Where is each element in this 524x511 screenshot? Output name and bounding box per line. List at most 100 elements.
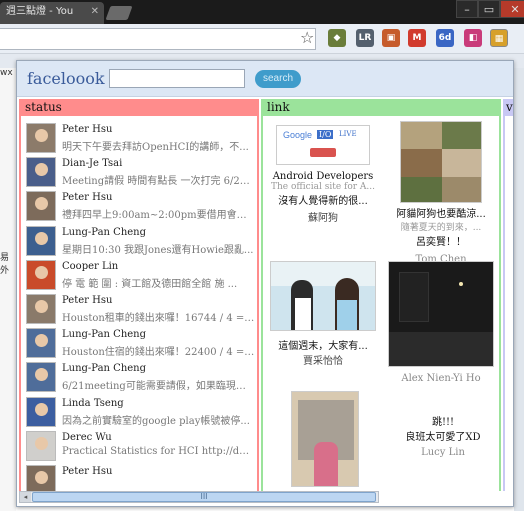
status-text: 禮拜四早上9:00am~2:00pm要借用會議... [62, 210, 255, 222]
dog-grid-thumbnail [400, 121, 482, 203]
status-author: Derec Wu [62, 431, 112, 443]
io-badge: I/O [317, 130, 334, 139]
status-text: 明天下午要去拜訪OpenHCI的講師，不... [62, 142, 249, 153]
link-item[interactable]: Alex Nien-Yi Ho [383, 261, 499, 384]
couple-photo-thumbnail [270, 261, 376, 331]
status-item[interactable]: Lung-Pan Cheng 星期日10:30 我跟Jones還有Howie跟亂.… [23, 224, 255, 258]
status-author: Lung-Pan Cheng [62, 363, 147, 375]
status-column: status Peter Hsu 明天下午要去拜訪OpenHCI的講師，不... D… [19, 99, 259, 491]
link-caption: 沒有人覺得新的很... [278, 196, 368, 207]
page-fragment: 易外 [0, 253, 10, 276]
link-poster: Alex Nien-Yi Ho [401, 373, 481, 384]
link-item[interactable]: Google I/O LIVE Android Developers The o… [265, 125, 381, 224]
link-title: 阿貓阿狗也要酷涼... [396, 209, 486, 220]
underlying-page-edge [514, 68, 524, 511]
status-item[interactable]: Peter Hsu 明天下午要去拜訪OpenHCI的講師，不... [23, 121, 255, 155]
avatar [26, 259, 56, 290]
maximize-icon[interactable]: ▭ [478, 0, 500, 18]
status-item[interactable]: Lung-Pan Cheng 6/21meeting可能需要請假，如果臨現來... [23, 360, 255, 394]
faceloook-popup: faceloook search status Peter Hsu 明天下午要去拜… [16, 60, 514, 507]
third-column-header: v [505, 99, 513, 116]
avatar [26, 362, 56, 393]
status-text: 星期日10:30 我跟Jones還有Howie跟亂... [62, 244, 254, 256]
horizontal-scrollbar[interactable]: ◂ III [19, 491, 379, 503]
status-text: Meeting請假 時間有點長 一次打完 6/21 ... [62, 176, 255, 188]
scroll-left-arrow-icon[interactable]: ◂ [20, 492, 31, 502]
girl-stairs-thumbnail [291, 391, 359, 487]
red-badge [310, 148, 336, 157]
status-item[interactable]: Peter Hsu [23, 463, 255, 491]
bookmark-star-icon[interactable]: ☆ [300, 28, 314, 47]
extension-icon-6[interactable]: ◧ [464, 29, 482, 47]
status-text: Houston租車的錢出來囉！16744 / 4 = 4... [62, 313, 255, 324]
avatar [26, 294, 56, 324]
status-text: 因為之前實驗室的google play帳號被停... [62, 415, 250, 427]
avatar [26, 430, 56, 461]
avatar [26, 191, 56, 222]
avatar [26, 328, 56, 359]
google-logo: Google [283, 130, 313, 140]
calendar-icon[interactable]: 6d [436, 29, 454, 47]
extension-icon-1[interactable]: ◆ [328, 29, 346, 47]
extension-icon-3[interactable]: ▣ [382, 29, 400, 47]
extension-icon-lr[interactable]: LR [356, 29, 374, 47]
google-io-thumbnail: Google I/O LIVE [276, 125, 370, 165]
status-author: Lung-Pan Cheng [62, 226, 147, 238]
avatar [26, 396, 56, 427]
status-item[interactable]: Dian-Je Tsai Meeting請假 時間有點長 一次打完 6/21 ..… [23, 155, 255, 189]
link-poster: 蘇阿狗 [308, 213, 338, 224]
link-item[interactable]: 阿貓阿狗也要酷涼... 隨著夏天的到來，... 呂奕賢！！ Tom Chen [383, 121, 499, 265]
browser-titlebar: 週三點燈 - You ✕ – ▭ ✕ [0, 0, 524, 24]
scrollbar-thumb[interactable]: III [32, 492, 376, 502]
status-author: Lung-Pan Cheng [62, 329, 147, 341]
avatar [26, 225, 56, 256]
status-author: Peter Hsu [62, 295, 113, 306]
link-description: The official site for A... [271, 182, 375, 192]
link-item[interactable]: 這個週末，大家有... 賈采怡恰 [267, 261, 379, 367]
gmail-icon[interactable]: M [408, 29, 426, 47]
search-button[interactable]: search [255, 70, 301, 88]
avatar [26, 157, 56, 188]
new-tab-button[interactable] [105, 6, 133, 20]
avatar [26, 123, 56, 153]
popup-header: faceloook search [17, 61, 513, 97]
status-item[interactable]: Peter Hsu 禮拜四早上9:00am~2:00pm要借用會議... [23, 189, 255, 223]
minimize-icon[interactable]: – [456, 0, 478, 18]
status-item[interactable]: Linda Tseng 因為之前實驗室的google play帳號被停... [23, 395, 255, 429]
status-author: Peter Hsu [62, 466, 113, 477]
link-title: Android Developers [272, 171, 374, 182]
status-author: Peter Hsu [62, 192, 113, 204]
link-title: 跳!!! [431, 417, 455, 428]
status-column-header: status [21, 99, 257, 116]
avatar [26, 465, 56, 491]
underlying-page: wx 易外 [0, 68, 16, 511]
status-item[interactable]: Cooper Lin 停 電 範 圍 : 資工館及德田館全館 施 ... [23, 258, 255, 292]
status-text: Houston住宿的錢出來囉！22400 / 4 = 5... [62, 347, 255, 359]
address-bar[interactable] [0, 28, 316, 50]
night-street-thumbnail [388, 261, 494, 367]
page-fragment: wx [0, 68, 13, 78]
status-item[interactable]: Lung-Pan Cheng Houston住宿的錢出來囉！22400 / 4 =… [23, 326, 255, 360]
tab-title: 週三點燈 - You [6, 6, 74, 17]
status-item[interactable]: Peter Hsu Houston租車的錢出來囉！16744 / 4 = 4... [23, 292, 255, 326]
tab-close-icon[interactable]: ✕ [91, 2, 99, 22]
link-column-header: link [263, 99, 499, 116]
status-item[interactable]: Derec Wu Practical Statistics for HCI htt… [23, 429, 255, 463]
faceloook-extension-icon[interactable]: ▦ [490, 29, 508, 47]
close-window-icon[interactable]: ✕ [500, 0, 524, 18]
status-text: 6/21meeting可能需要請假，如果臨現來... [62, 381, 255, 393]
link-poster: 賈采怡恰 [303, 356, 343, 367]
brand-logo: faceloook [27, 69, 105, 88]
search-input[interactable] [109, 69, 245, 88]
live-label: LIVE [339, 130, 357, 138]
status-text: Practical Statistics for HCI http://dept… [62, 445, 255, 457]
link-column: link Google I/O LIVE Android Developers … [261, 99, 501, 491]
status-author: Cooper Lin [62, 260, 119, 272]
link-caption: 良班太可愛了XD [405, 432, 481, 443]
link-poster: Lucy Lin [421, 447, 465, 458]
status-text: 停 電 範 圍 : 資工館及德田館全館 施 ... [62, 278, 238, 290]
browser-tab[interactable]: 週三點燈 - You ✕ [0, 2, 104, 24]
status-author: Dian-Je Tsai [62, 158, 123, 170]
link-description: 隨著夏天的到來，... [400, 223, 482, 233]
third-column: v [503, 99, 513, 491]
